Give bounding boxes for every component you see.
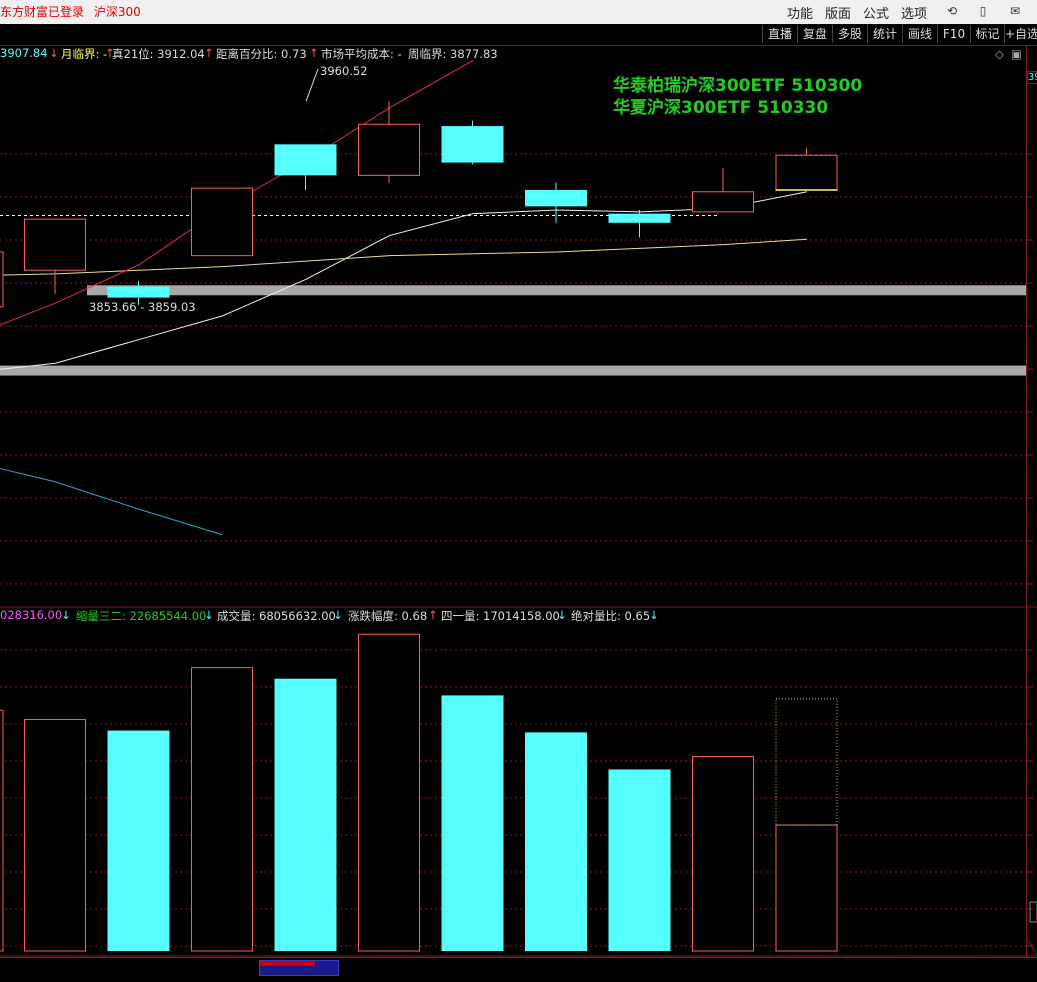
f10-button[interactable]: F10 — [937, 25, 970, 43]
corner-mark — [1027, 939, 1037, 956]
volume-bar-down — [107, 730, 170, 951]
candle-body-up — [358, 123, 420, 176]
volume-value: 成交量: 68056632.00 — [217, 609, 336, 623]
kline-chart[interactable] — [0, 45, 1037, 957]
bottom-scrollbar[interactable] — [0, 957, 1037, 982]
add-watchlist-button[interactable]: +自选 — [1004, 25, 1037, 43]
right-price-tag: 39 — [1027, 71, 1037, 84]
ma-line-yellow — [0, 238, 808, 276]
candle-body-up — [775, 154, 838, 191]
up-arrow-icon: ↑ — [428, 608, 438, 622]
range-label: 3853.66 - 3859.03 — [89, 300, 196, 314]
up-arrow-icon: ↑ — [204, 46, 214, 60]
instrument-name: 沪深300 — [93, 5, 141, 19]
four-one-volume: 四一量: 17014158.00 — [441, 609, 560, 623]
candle-body-down — [441, 126, 504, 163]
market-avg-cost: 市场平均成本: - — [321, 47, 402, 61]
candle-body-down — [107, 286, 170, 298]
candle-body-down — [608, 213, 671, 223]
phone-icon[interactable]: ▯ — [976, 4, 990, 18]
volume-bars[interactable] — [0, 633, 838, 952]
high-marker — [305, 68, 319, 102]
candle-body-up — [24, 218, 86, 271]
candle-body-up — [191, 187, 253, 257]
menu-function[interactable]: 功能 — [787, 3, 813, 22]
change-percent: 涨跌幅度: 0.68 — [348, 609, 428, 623]
candle-body-down — [525, 189, 587, 207]
menu-layout[interactable]: 版面 — [825, 3, 851, 22]
down-arrow-icon: ↓ — [61, 608, 71, 622]
menu-options[interactable]: 选项 — [901, 3, 927, 22]
window-toggle-icon[interactable]: ▣ — [1011, 47, 1022, 61]
scroll-thumb[interactable] — [259, 960, 339, 976]
down-arrow-icon: ↓ — [204, 608, 214, 622]
menu-formula[interactable]: 公式 — [863, 3, 889, 22]
candle-body-up — [0, 251, 4, 308]
chart-toolbar: 直播 复盘 多股 统计 画线 F10 标记 +自选 — [0, 24, 1037, 45]
candles[interactable] — [0, 101, 838, 308]
distance-percent: 距离百分比: 0.73 — [216, 47, 307, 61]
weekly-threshold: 周临界: 3877.83 — [408, 47, 498, 61]
multi-stock-button[interactable]: 多股 — [832, 25, 867, 43]
support-band — [87, 285, 1026, 296]
down-arrow-icon: ↓ — [557, 608, 567, 622]
volume-bar-down — [441, 695, 504, 951]
volume-bar-down — [525, 732, 587, 951]
support-band — [0, 365, 1026, 376]
volume-bar-up — [0, 709, 4, 952]
down-arrow-icon: ↓ — [649, 608, 659, 622]
draw-line-button[interactable]: 画线 — [902, 25, 937, 43]
volume-bar-up — [692, 756, 754, 952]
true21-value: 真21位: 3912.04 — [112, 47, 205, 61]
shrink-volume: 缩量三二: 22685544.00 — [76, 609, 207, 623]
high-price-label: 3960.52 — [320, 64, 368, 78]
down-arrow-icon: ↓ — [49, 46, 59, 60]
down-arrow-icon: ↓ — [333, 608, 343, 622]
replay-button[interactable]: 复盘 — [797, 25, 832, 43]
title-bar: 东方财富已登录 沪深300 功能 版面 公式 选项 ⟲ ▯ ✉ — [0, 0, 1037, 25]
projected-volume — [775, 698, 838, 826]
volume-bar-up — [191, 667, 253, 952]
volume-bar-up — [24, 718, 86, 952]
mark-button[interactable]: 标记 — [970, 25, 1004, 43]
right-scroll-thumb — [1029, 901, 1037, 923]
price-readout: 3907.84 — [0, 46, 48, 60]
volume-bar-down — [608, 769, 671, 951]
mail-icon[interactable]: ✉ — [1008, 4, 1022, 18]
diamond-icon[interactable]: ◇ — [995, 47, 1004, 61]
candle-body-up — [692, 191, 754, 213]
up-arrow-icon: ↑ — [309, 46, 319, 60]
volume-readout: 028316.00 — [0, 608, 63, 622]
candle-body-down — [274, 144, 337, 176]
login-status: 东方财富已登录 — [0, 5, 85, 19]
etf-note-2: 华夏沪深300ETF 510330 — [613, 98, 829, 118]
window-title: 东方财富已登录 沪深300 — [0, 3, 147, 20]
volume-bar-up — [775, 824, 838, 952]
statistics-button[interactable]: 统计 — [867, 25, 902, 43]
ma-line-white — [0, 191, 808, 370]
live-button[interactable]: 直播 — [762, 25, 797, 43]
absolute-volume-ratio: 绝对量比: 0.65 — [571, 609, 651, 623]
refresh-icon[interactable]: ⟲ — [945, 4, 959, 18]
monthly-threshold: 月临界: - — [61, 47, 108, 61]
volume-bar-down — [274, 678, 337, 951]
volume-bar-up — [358, 633, 420, 952]
